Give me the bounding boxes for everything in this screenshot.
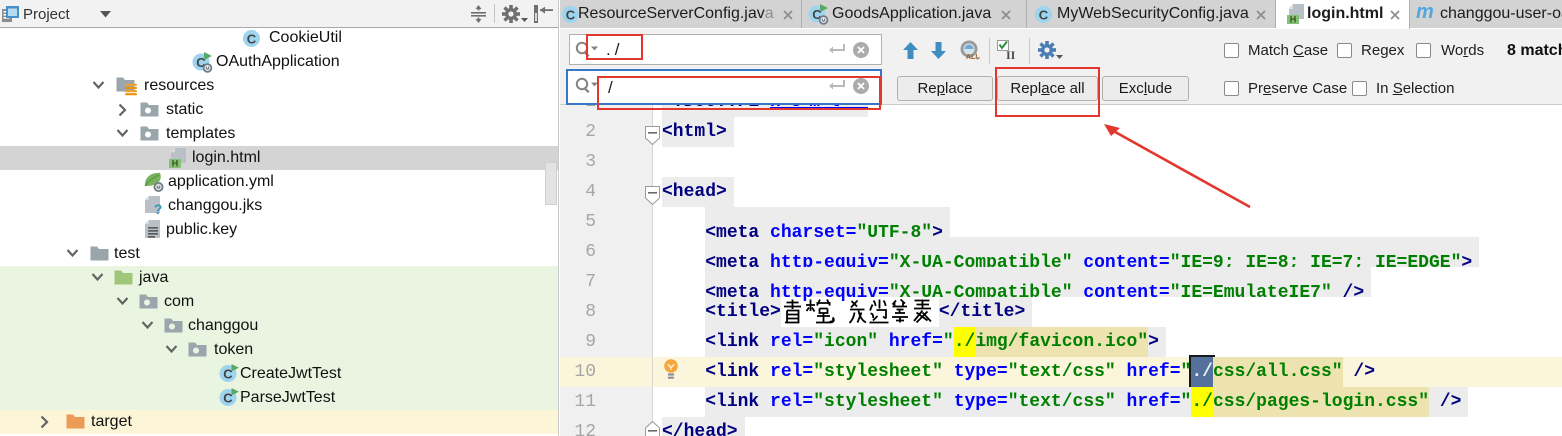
svg-text:C: C: [247, 32, 257, 47]
svg-text:II: II: [1006, 48, 1016, 61]
svg-text:H: H: [172, 159, 179, 169]
svg-text:?: ?: [154, 201, 163, 216]
svg-text:C: C: [566, 8, 576, 23]
svg-text:C: C: [1039, 8, 1049, 23]
svg-text:H: H: [1290, 15, 1297, 25]
